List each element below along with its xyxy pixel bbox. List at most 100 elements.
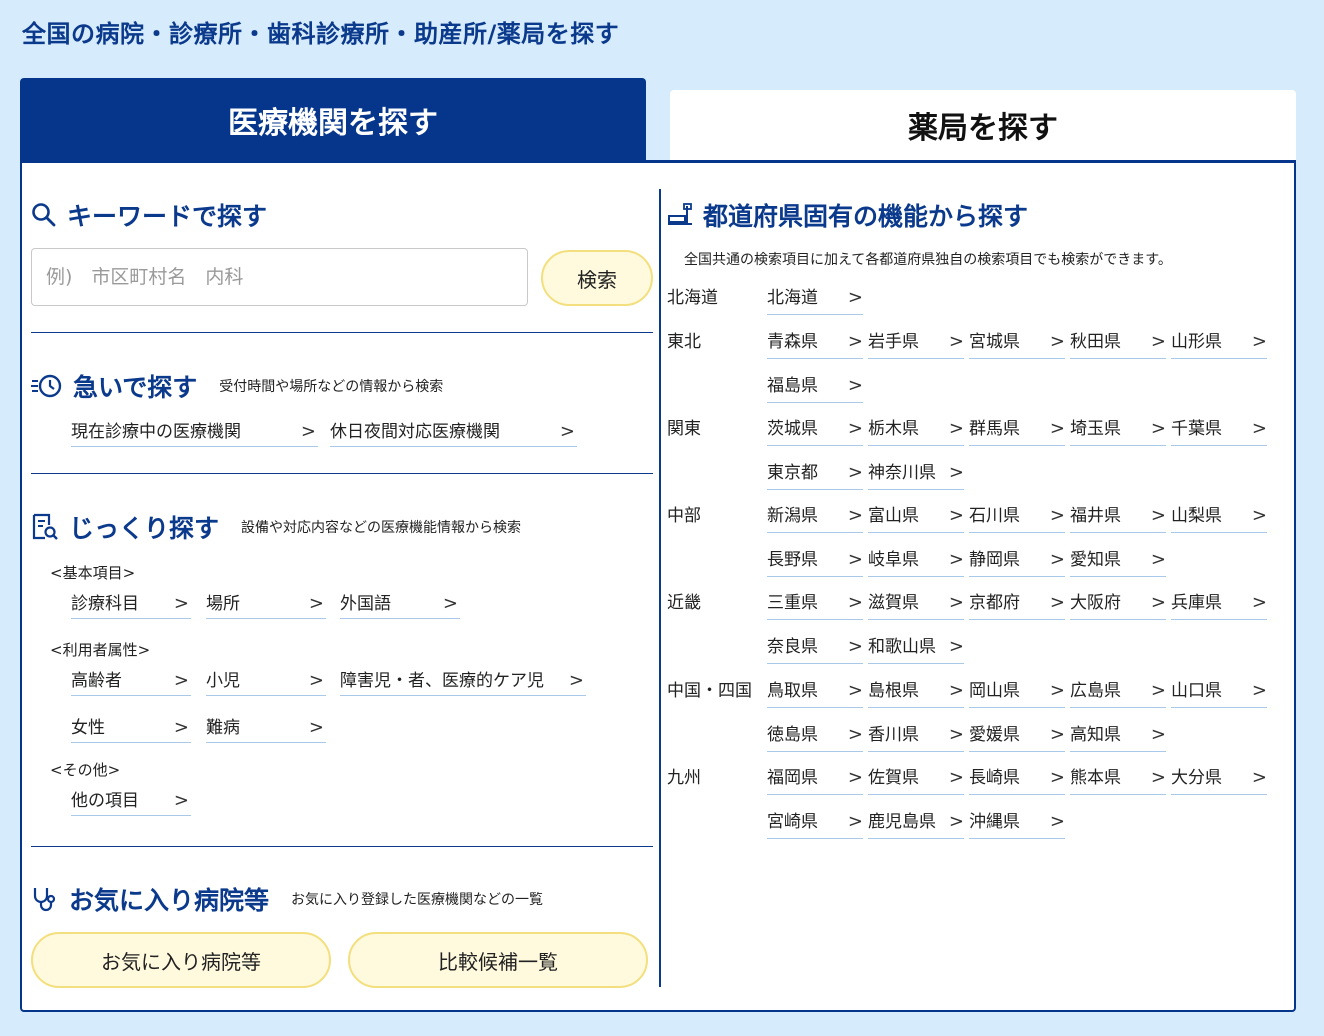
clock-icon [31, 374, 62, 398]
prefecture-link[interactable]: 石川県 > [969, 503, 1065, 533]
link-disabled-medical-care[interactable]: 障害児・者、医療的ケア児 > [340, 668, 586, 696]
prefecture-link[interactable]: 愛知県 > [1070, 547, 1166, 577]
prefecture-link[interactable]: 佐賀県 > [868, 765, 964, 795]
chevron-right-icon: > [948, 767, 964, 788]
prefecture-link[interactable]: 山口県 > [1171, 678, 1267, 708]
section-divider [31, 332, 653, 333]
chevron-right-icon: > [1150, 418, 1166, 439]
chevron-right-icon: > [1049, 680, 1065, 701]
chevron-right-icon: > [847, 592, 863, 613]
link-holiday-night[interactable]: 休日夜間対応医療機関 > [330, 419, 577, 447]
chevron-right-icon: > [559, 421, 575, 442]
region-label: 北海道 [667, 288, 718, 308]
prefecture-link[interactable]: 東京都 > [767, 460, 863, 490]
region-label: 東北 [667, 332, 701, 352]
prefecture-link[interactable]: 群馬県 > [969, 416, 1065, 446]
chevron-right-icon: > [948, 461, 964, 483]
prefecture-link[interactable]: 高知県 > [1070, 722, 1166, 752]
keyword-search-input[interactable] [31, 248, 528, 306]
link-location[interactable]: 場所 > [206, 591, 326, 619]
prefecture-link[interactable]: 山梨県 > [1171, 503, 1267, 533]
detailed-section-header: じっくり探す 設備や対応内容などの医療機能情報から検索 [31, 509, 521, 545]
prefecture-link[interactable]: 岐阜県 > [868, 547, 964, 577]
prefecture-link[interactable]: 福島県 > [767, 373, 863, 403]
chevron-right-icon: > [847, 810, 863, 832]
chevron-right-icon: > [173, 790, 189, 811]
region-label: 九州 [667, 768, 701, 788]
section-divider [31, 473, 653, 474]
prefecture-link[interactable]: 富山県 > [868, 503, 964, 533]
prefecture-link[interactable]: 宮城県 > [969, 329, 1065, 359]
page-title: 全国の病院・診療所・歯科診療所・助産所/薬局を探す [22, 20, 620, 48]
prefecture-link[interactable]: 大阪府 > [1070, 590, 1166, 620]
compare-list-button[interactable]: 比較候補一覧 [348, 932, 648, 988]
prefecture-link[interactable]: 愛媛県 > [969, 722, 1065, 752]
chevron-right-icon: > [948, 592, 964, 613]
chevron-right-icon: > [173, 717, 189, 738]
chevron-right-icon: > [1049, 548, 1065, 570]
prefecture-link[interactable]: 沖縄県 > [969, 809, 1065, 839]
chevron-right-icon: > [847, 767, 863, 788]
keyword-section-title: キーワードで探す [67, 202, 268, 231]
prefecture-link[interactable]: 鳥取県 > [767, 678, 863, 708]
urgent-section-subtitle: 受付時間や場所などの情報から検索 [219, 379, 444, 395]
prefecture-link[interactable]: 千葉県 > [1171, 416, 1267, 446]
prefecture-link[interactable]: 香川県 > [868, 722, 964, 752]
search-button[interactable]: 検索 [541, 250, 653, 306]
group-label-other: <その他> [50, 761, 121, 779]
favorites-button[interactable]: お気に入り病院等 [31, 932, 331, 988]
prefecture-link[interactable]: 和歌山県 > [868, 634, 964, 664]
tab-medical-institutions[interactable]: 医療機関を探す [20, 78, 646, 162]
prefecture-link[interactable]: 鹿児島県 > [868, 809, 964, 839]
chevron-right-icon: > [1251, 680, 1267, 701]
prefecture-link[interactable]: 静岡県 > [969, 547, 1065, 577]
link-women[interactable]: 女性 > [71, 715, 191, 743]
prefecture-link[interactable]: 岡山県 > [969, 678, 1065, 708]
tab-pharmacy[interactable]: 薬局を探す [670, 90, 1296, 160]
link-currently-open[interactable]: 現在診療中の医療機関 > [71, 419, 318, 447]
link-department[interactable]: 診療科目 > [71, 591, 191, 619]
chevron-right-icon: > [847, 418, 863, 439]
prefecture-link[interactable]: 長野県 > [767, 547, 863, 577]
prefecture-link[interactable]: 島根県 > [868, 678, 964, 708]
favorites-section-subtitle: お気に入り登録した医療機関などの一覧 [291, 892, 544, 908]
prefecture-link[interactable]: 神奈川県 > [868, 460, 964, 490]
prefecture-link[interactable]: 北海道 > [767, 285, 863, 315]
prefecture-link[interactable]: 栃木県 > [868, 416, 964, 446]
prefecture-link[interactable]: 福岡県 > [767, 765, 863, 795]
prefecture-link[interactable]: 広島県 > [1070, 678, 1166, 708]
link-foreign-language[interactable]: 外国語 > [340, 591, 460, 619]
link-children[interactable]: 小児 > [206, 668, 326, 696]
prefecture-link[interactable]: 三重県 > [767, 590, 863, 620]
chevron-right-icon: > [1150, 592, 1166, 613]
prefecture-link[interactable]: 大分県 > [1171, 765, 1267, 795]
prefecture-link[interactable]: 宮崎県 > [767, 809, 863, 839]
chevron-right-icon: > [1150, 680, 1166, 701]
prefecture-link[interactable]: 埼玉県 > [1070, 416, 1166, 446]
prefecture-link[interactable]: 徳島県 > [767, 722, 863, 752]
column-divider [659, 189, 661, 987]
chevron-right-icon: > [1049, 592, 1065, 613]
prefecture-link[interactable]: 秋田県 > [1070, 329, 1166, 359]
chevron-right-icon: > [308, 670, 324, 691]
link-elderly[interactable]: 高齢者 > [71, 668, 191, 696]
prefecture-link[interactable]: 岩手県 > [868, 329, 964, 359]
prefecture-link[interactable]: 長崎県 > [969, 765, 1065, 795]
chevron-right-icon: > [948, 680, 964, 701]
prefecture-link[interactable]: 新潟県 > [767, 503, 863, 533]
chevron-right-icon: > [1049, 505, 1065, 526]
link-other-items[interactable]: 他の項目 > [71, 788, 191, 816]
chevron-right-icon: > [1251, 418, 1267, 439]
chevron-right-icon: > [1049, 810, 1065, 832]
link-intractable-disease[interactable]: 難病 > [206, 715, 326, 743]
prefecture-link[interactable]: 茨城県 > [767, 416, 863, 446]
prefecture-link[interactable]: 熊本県 > [1070, 765, 1166, 795]
prefecture-link[interactable]: 兵庫県 > [1171, 590, 1267, 620]
prefecture-link[interactable]: 山形県 > [1171, 329, 1267, 359]
prefecture-link[interactable]: 京都府 > [969, 590, 1065, 620]
prefecture-link[interactable]: 福井県 > [1070, 503, 1166, 533]
prefecture-link[interactable]: 滋賀県 > [868, 590, 964, 620]
prefecture-link[interactable]: 青森県 > [767, 329, 863, 359]
prefecture-link[interactable]: 奈良県 > [767, 634, 863, 664]
chevron-right-icon: > [1150, 331, 1166, 352]
